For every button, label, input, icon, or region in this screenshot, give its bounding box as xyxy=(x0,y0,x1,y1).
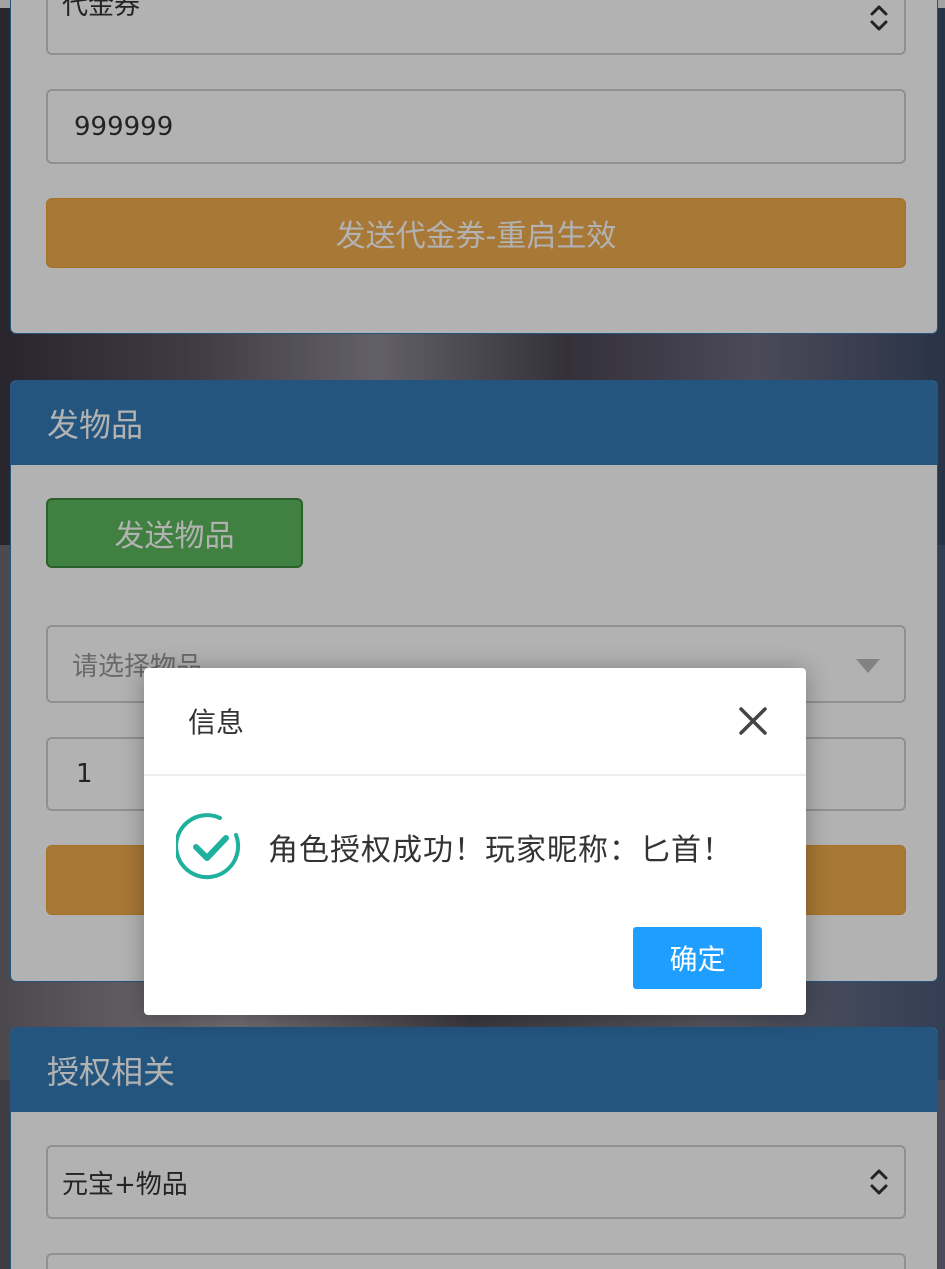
success-check-icon xyxy=(176,813,241,880)
close-icon[interactable] xyxy=(736,704,770,738)
confirm-button[interactable]: 确定 xyxy=(633,927,762,989)
modal-overlay[interactable] xyxy=(0,0,945,1269)
dialog-body: 角色授权成功！玩家昵称：匕首！ xyxy=(176,813,733,881)
info-dialog: 信息 角色授权成功！玩家昵称：匕首！ 确定 xyxy=(144,668,806,1015)
dialog-message: 角色授权成功！玩家昵称：匕首！ xyxy=(268,833,733,868)
dialog-title: 信息 xyxy=(144,668,806,776)
